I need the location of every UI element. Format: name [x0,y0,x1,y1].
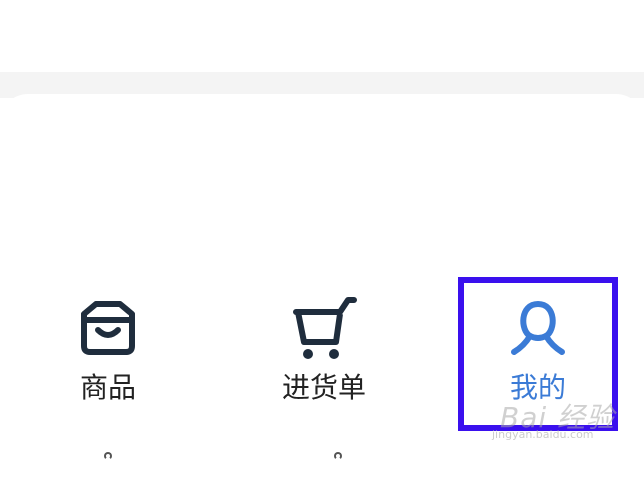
tab-cart-label: 进货单 [281,371,366,404]
tab-products[interactable]: 商品 [33,290,183,420]
user-icon [498,290,578,366]
cart-icon [284,290,364,366]
top-area [0,0,644,72]
tab-products-label: 商品 [79,371,136,404]
bag-icon [68,290,148,366]
peek-icon [104,452,112,460]
peek-icon [334,452,342,460]
next-row-peek [0,448,644,460]
tab-cart[interactable]: 进货单 [249,290,399,420]
watermark-subtext: jingyan.baidu.com [492,428,594,441]
